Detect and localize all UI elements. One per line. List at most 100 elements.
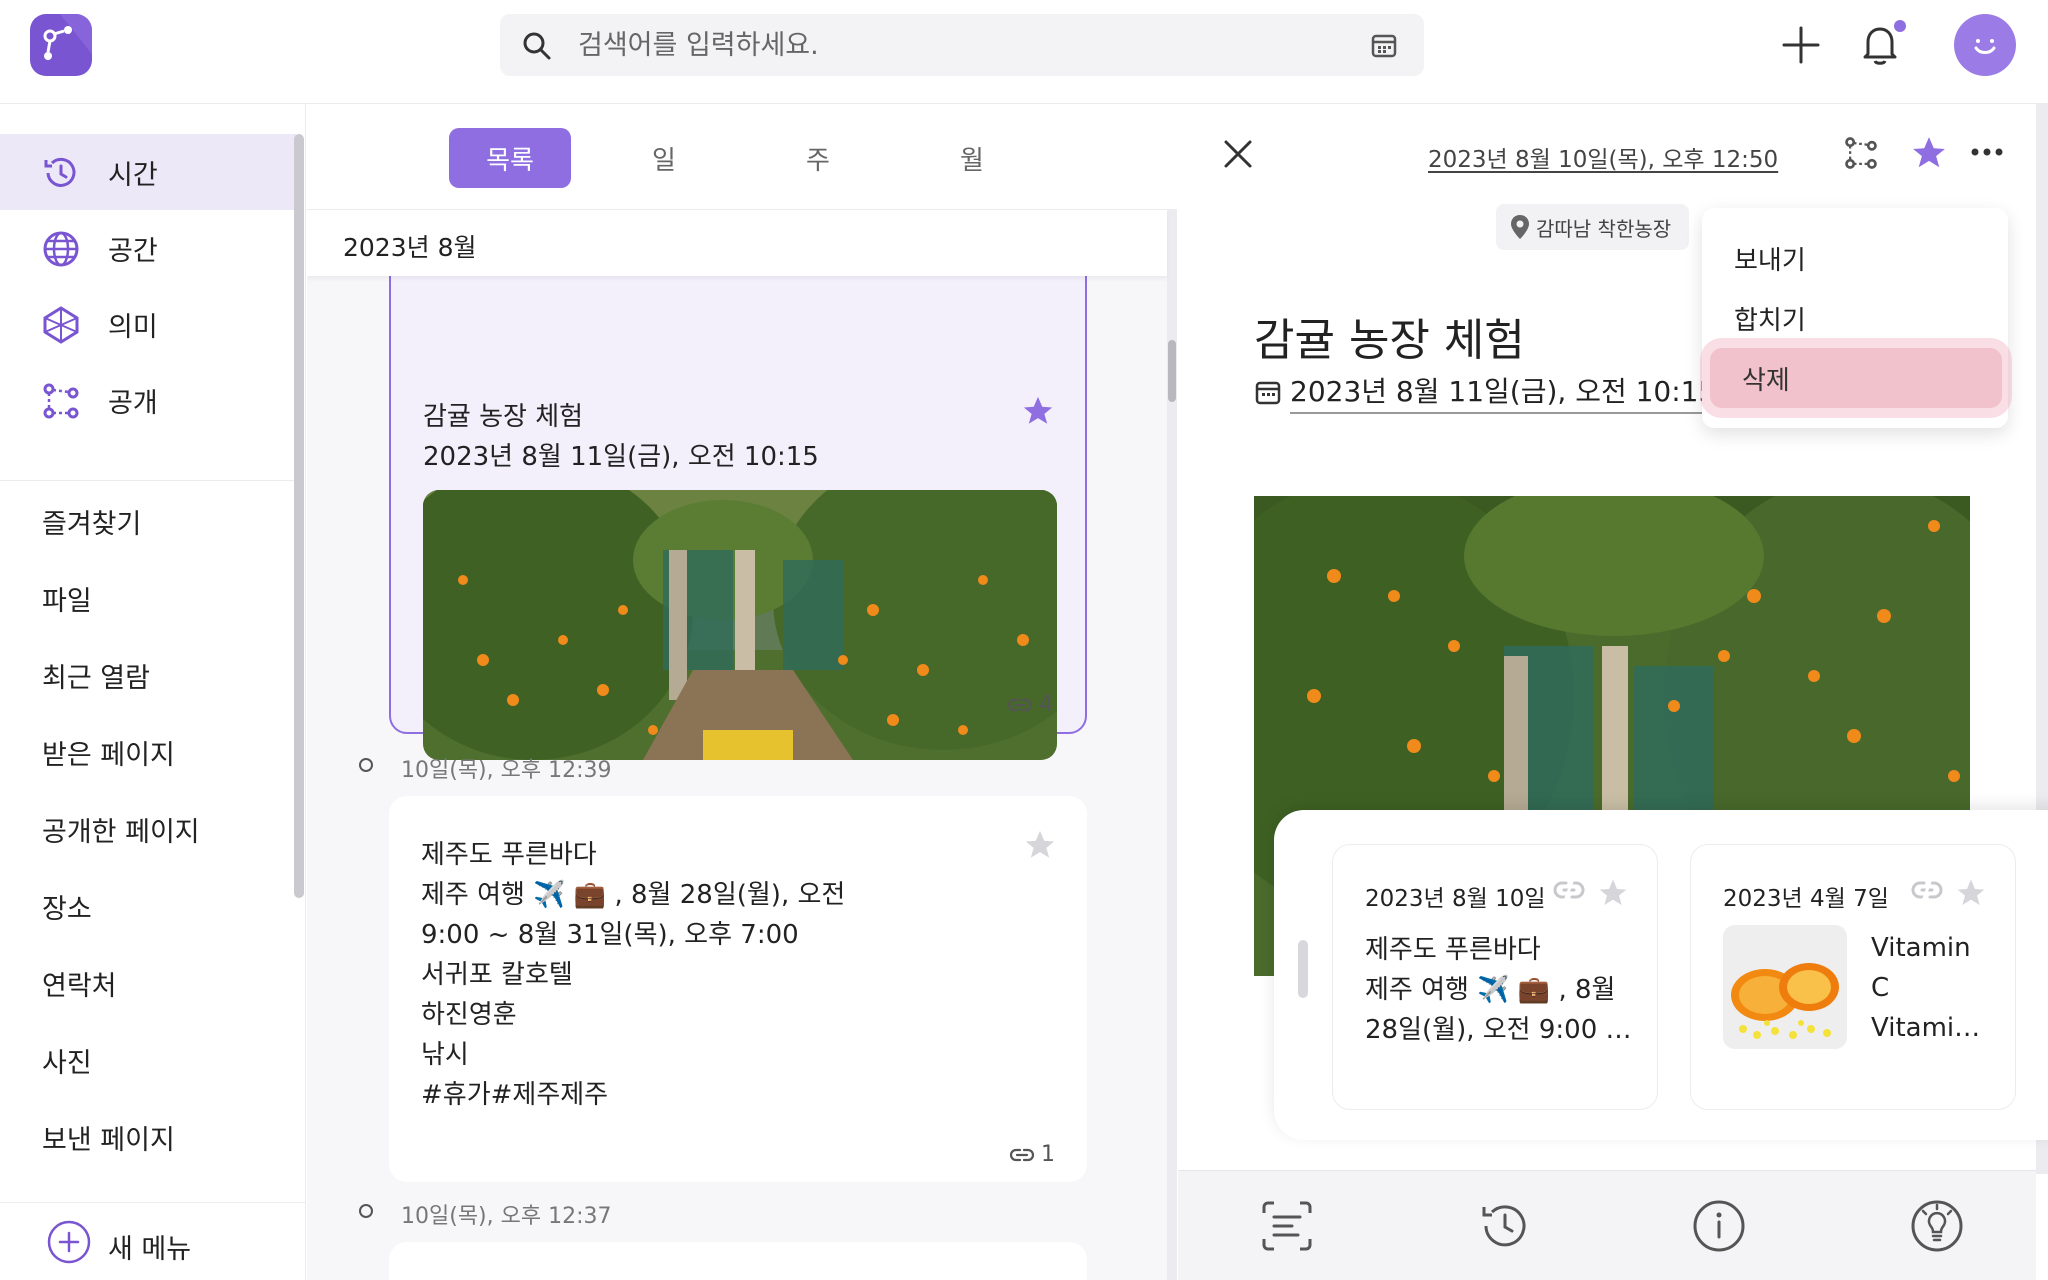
app-logo-icon[interactable] bbox=[30, 14, 92, 76]
related-card-line: 제주도 푸른바다 bbox=[1365, 935, 1541, 965]
add-circle-icon bbox=[47, 1220, 91, 1264]
unlink-icon[interactable] bbox=[1553, 877, 1585, 903]
card-line: #휴가#제주제주 bbox=[421, 1080, 609, 1110]
more-options-menu: 보내기 합치기 삭제 bbox=[1702, 208, 2008, 428]
sidebar-link-files[interactable]: 파일 bbox=[42, 579, 92, 618]
timeline-time: 10일(목), 오후 12:39 bbox=[401, 758, 612, 783]
lightbulb-icon[interactable] bbox=[1910, 1199, 1964, 1253]
new-menu-label: 새 메뉴 bbox=[108, 1234, 192, 1265]
link-count: 4 bbox=[1007, 692, 1053, 717]
related-card-line: 제주 여행 ✈️ 💼 , 8월 bbox=[1365, 975, 1616, 1005]
menu-item-merge[interactable]: 합치기 bbox=[1702, 288, 2008, 348]
tab-week[interactable]: 주 bbox=[757, 128, 879, 188]
avatar[interactable] bbox=[1954, 14, 2016, 76]
menu-item-send[interactable]: 보내기 bbox=[1702, 228, 2008, 288]
tab-day[interactable]: 일 bbox=[603, 128, 725, 188]
sidebar-link-favorites[interactable]: 즐겨찾기 bbox=[42, 502, 141, 541]
sidebar-link-photos[interactable]: 사진 bbox=[42, 1041, 92, 1080]
unlink-icon[interactable] bbox=[1911, 877, 1943, 903]
timeline-list: 목록 일 주 월 2023년 8월 감귤 농장 체험 2023년 8월 11일(… bbox=[307, 104, 1177, 1280]
location-pin-icon bbox=[1511, 215, 1529, 239]
sidebar-item-public[interactable]: 공개 bbox=[0, 362, 296, 438]
panel-drag-handle[interactable] bbox=[1298, 940, 1308, 998]
card-line: 9:00 ~ 8월 31일(목), 오후 7:00 bbox=[421, 920, 799, 950]
star-outline-icon[interactable] bbox=[1597, 877, 1629, 909]
calendar-icon bbox=[1255, 381, 1281, 405]
detail-created-date[interactable]: 2023년 8월 10일(목), 오후 12:50 bbox=[1428, 140, 1778, 174]
sidebar-item-label: 공개 bbox=[108, 387, 158, 419]
close-icon[interactable] bbox=[1222, 138, 1254, 170]
related-card-date: 2023년 4월 7일 bbox=[1723, 886, 1889, 912]
network-icon bbox=[43, 306, 79, 344]
link-icon bbox=[1009, 1148, 1035, 1161]
menu-item-delete[interactable]: 삭제 bbox=[1710, 348, 2002, 408]
related-card-line: C bbox=[1871, 973, 1890, 1003]
list-item[interactable]: 제주도 푸른바다 제주 여행 ✈️ 💼 , 8월 28일(월), 오전 9:00… bbox=[389, 796, 1087, 1182]
sidebar-link-places[interactable]: 장소 bbox=[42, 887, 92, 926]
globe-icon bbox=[43, 231, 79, 267]
related-card-line: Vitamin bbox=[1871, 933, 1971, 963]
star-outline-icon[interactable] bbox=[1955, 877, 1987, 909]
month-header: 2023년 8월 bbox=[307, 210, 1167, 276]
card-line: 하진영훈 bbox=[421, 1000, 517, 1030]
location-chip[interactable]: 감따남 착한농장 bbox=[1496, 204, 1690, 250]
timeline-dot bbox=[359, 758, 373, 772]
related-card[interactable]: 2023년 4월 7일 Vitamin C Vitami… bbox=[1690, 844, 2016, 1110]
related-card-line: Vitami… bbox=[1871, 1013, 1981, 1043]
star-outline-icon[interactable] bbox=[1023, 828, 1057, 862]
sidebar-scrollbar[interactable] bbox=[294, 134, 304, 898]
info-icon[interactable] bbox=[1692, 1199, 1746, 1253]
text-scan-icon[interactable] bbox=[1260, 1199, 1314, 1253]
link-count-value: 4 bbox=[1039, 692, 1053, 717]
new-menu-row[interactable]: 새 메뉴 bbox=[0, 1202, 305, 1280]
detail-schedule[interactable]: 2023년 8월 11일(금), 오전 10:15 bbox=[1254, 370, 1717, 414]
related-pages-panel: 2023년 8월 10일 제주도 푸른바다 제주 여행 ✈️ 💼 , 8월 28… bbox=[1274, 810, 2048, 1140]
search-input[interactable] bbox=[578, 14, 1338, 76]
card-date: 2023년 8월 11일(금), 오전 10:15 bbox=[423, 442, 819, 472]
list-item[interactable] bbox=[389, 1242, 1087, 1280]
more-options-icon[interactable] bbox=[1970, 142, 2004, 162]
sidebar-link-published[interactable]: 공개한 페이지 bbox=[42, 810, 200, 849]
link-icon bbox=[1007, 698, 1033, 711]
list-item-selected[interactable]: 감귤 농장 체험 2023년 8월 11일(금), 오전 10:15 4 bbox=[389, 254, 1087, 760]
sidebar-link-contacts[interactable]: 연락처 bbox=[42, 964, 117, 1003]
history-icon[interactable] bbox=[1476, 1199, 1532, 1253]
clock-history-icon bbox=[44, 157, 76, 187]
search-bar[interactable] bbox=[500, 14, 1424, 76]
star-filled-icon[interactable] bbox=[1910, 134, 1948, 172]
sidebar-item-time[interactable]: 시간 bbox=[0, 134, 296, 210]
view-tabs: 목록 일 주 월 bbox=[307, 104, 1177, 210]
related-card-line: 28일(월), 오전 9:00 … bbox=[1365, 1015, 1632, 1045]
tab-list[interactable]: 목록 bbox=[449, 128, 571, 188]
sidebar-link-received[interactable]: 받은 페이지 bbox=[42, 733, 175, 772]
month-label: 2023년 8월 bbox=[343, 233, 477, 262]
share-nodes-icon[interactable] bbox=[1842, 134, 1880, 172]
sidebar-item-label: 시간 bbox=[108, 159, 158, 191]
sidebar-link-recent[interactable]: 최근 열람 bbox=[42, 656, 150, 695]
related-card[interactable]: 2023년 8월 10일 제주도 푸른바다 제주 여행 ✈️ 💼 , 8월 28… bbox=[1332, 844, 1658, 1110]
card-photo-orchard bbox=[423, 490, 1057, 760]
notification-dot bbox=[1894, 20, 1906, 32]
timeline-dot bbox=[359, 1204, 373, 1218]
sidebar-item-label: 공간 bbox=[108, 235, 158, 267]
related-card-date: 2023년 8월 10일 bbox=[1365, 886, 1546, 912]
card-line: 제주 여행 ✈️ 💼 , 8월 28일(월), 오전 bbox=[421, 880, 846, 910]
sidebar-link-sent[interactable]: 보낸 페이지 bbox=[42, 1118, 175, 1157]
search-icon bbox=[523, 32, 551, 60]
sidebar: 시간 공간 의미 공개 즐겨찾기 파일 최근 열람 받은 페이지 공개한 페이지… bbox=[0, 104, 306, 1280]
calendar-icon[interactable] bbox=[1370, 31, 1398, 59]
list-scrollbar-thumb[interactable] bbox=[1168, 340, 1176, 402]
star-filled-icon[interactable] bbox=[1021, 394, 1055, 428]
card-line: 제주도 푸른바다 bbox=[421, 840, 597, 870]
link-count: 1 bbox=[1009, 1142, 1055, 1167]
sidebar-item-space[interactable]: 공간 bbox=[0, 210, 296, 286]
tab-month[interactable]: 월 bbox=[911, 128, 1033, 188]
sidebar-item-label: 의미 bbox=[108, 311, 158, 343]
sidebar-item-meaning[interactable]: 의미 bbox=[0, 286, 296, 362]
detail-panel: 2023년 8월 10일(목), 오후 12:50 감따남 착한농장 감귤 농장… bbox=[1178, 104, 2048, 1280]
detail-title[interactable]: 감귤 농장 체험 bbox=[1254, 304, 1525, 368]
link-count-value: 1 bbox=[1041, 1142, 1055, 1167]
card-line: 서귀포 칼호텔 bbox=[421, 960, 573, 990]
add-icon[interactable] bbox=[1780, 24, 1822, 66]
detail-bottom-toolbar bbox=[1178, 1170, 2036, 1280]
